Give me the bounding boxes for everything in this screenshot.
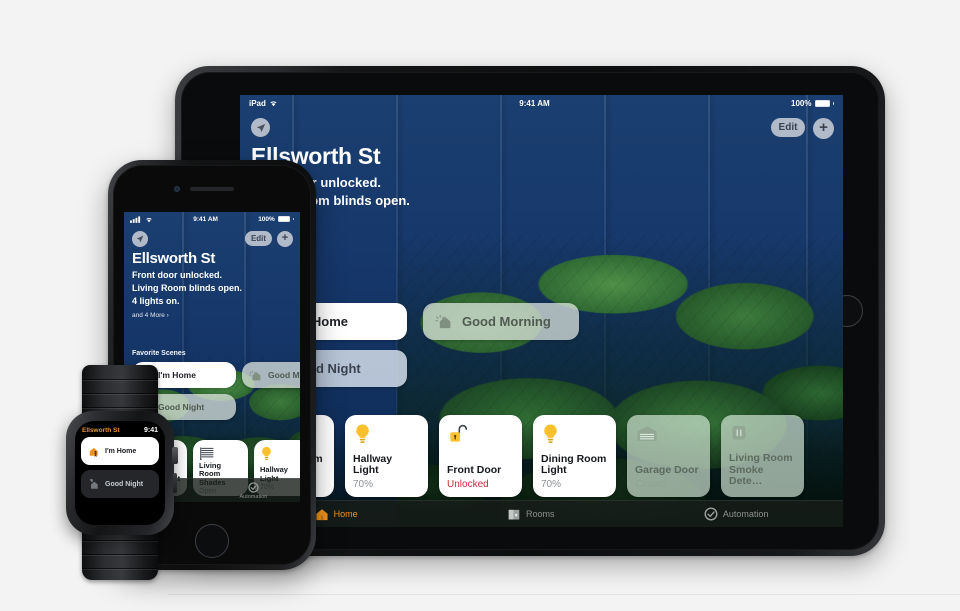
tab-automation[interactable]: Automation (239, 481, 268, 500)
iphone-status-line-3: 4 lights on. (132, 296, 180, 306)
add-button[interactable]: + (813, 118, 834, 139)
digital-crown[interactable] (172, 447, 178, 464)
accessory-tile[interactable]: Dining Room Light 70% (533, 415, 616, 497)
tab-home-label: Home (333, 509, 358, 519)
iphone-clock: 9:41 AM (193, 215, 218, 223)
tab-rooms-label: Rooms (525, 509, 555, 519)
shades-icon (199, 446, 242, 462)
watch-screen: Ellsworth St 9:41 I'm Home Good Night (75, 421, 165, 525)
watch-scene-label: I'm Home (105, 447, 137, 455)
apple-watch-device: Ellsworth St 9:41 I'm Home Good Night (60, 365, 180, 580)
scene-tile[interactable]: Good Mo… (242, 362, 300, 388)
watch-clock: 9:41 (143, 427, 158, 434)
accessory-state: 70% (353, 479, 374, 490)
battery-full-icon (814, 99, 830, 107)
add-button-label: + (281, 231, 289, 244)
iphone-front-camera-icon (174, 186, 180, 192)
accessory-name: Garage Door (635, 464, 699, 477)
watch-scene-tile[interactable]: I'm Home (81, 437, 159, 465)
edit-button[interactable]: Edit (245, 231, 272, 246)
iphone-more-link[interactable]: and 4 More › (132, 312, 169, 319)
location-arrow-icon[interactable] (132, 231, 148, 247)
watch-scene-tile[interactable]: Good Night (81, 470, 159, 498)
wifi-icon (269, 99, 278, 107)
tab-automation[interactable]: Automation (704, 507, 769, 521)
home-moon-icon (88, 478, 100, 490)
garage-icon (635, 423, 702, 465)
iphone-home-button[interactable] (195, 524, 229, 558)
bulb-icon (260, 446, 300, 466)
ipad-tab-bar: Home Rooms Automation (240, 500, 843, 527)
ipad-carrier-label: iPad (249, 98, 266, 108)
watch-case: Ellsworth St 9:41 I'm Home Good Night (66, 411, 178, 535)
automation-icon (248, 481, 259, 493)
ipad-status-bar: iPad 9:41 AM 100% (240, 95, 843, 111)
watch-header: Ellsworth St 9:41 (75, 421, 165, 437)
add-button[interactable]: + (277, 231, 293, 247)
tab-automation-label: Automation (239, 493, 268, 500)
tab-rooms[interactable]: Rooms (507, 508, 555, 521)
scene-label: Good Mo… (268, 370, 300, 380)
accessory-tile[interactable]: Living Room Smoke Dete… (721, 415, 804, 497)
cellular-bars-icon (130, 215, 142, 223)
add-button-label: + (819, 119, 828, 136)
iphone-earpiece-speaker (190, 187, 234, 191)
accessory-name: Dining Room Light (541, 452, 607, 477)
smoke-detector-icon (729, 423, 796, 453)
home-sun-icon (249, 369, 263, 382)
home-sun-icon (435, 313, 454, 330)
edit-button[interactable]: Edit (771, 118, 805, 137)
watch-side-button[interactable] (173, 473, 177, 493)
edit-button-label: Edit (250, 234, 267, 243)
accessory-state: 70% (541, 479, 562, 490)
accessory-tile[interactable]: Hallway Light 70% (345, 415, 428, 497)
tab-automation-label: Automation (722, 509, 769, 519)
ipad-battery-percent: 100% (791, 98, 812, 108)
edit-button-label: Edit (778, 122, 798, 133)
accessory-state: Closed (635, 479, 667, 490)
home-person-icon (88, 446, 100, 457)
iphone-scenes-label: Favorite Scenes (132, 350, 186, 357)
lock-open-icon (447, 423, 514, 465)
bulb-icon (541, 423, 608, 454)
accessory-name: Hallway Light (353, 452, 393, 477)
iphone-battery-percent: 100% (258, 215, 275, 223)
accessory-name: Front Door (447, 464, 502, 477)
rooms-icon (507, 508, 521, 521)
iphone-page-title: Ellsworth St (132, 250, 216, 267)
wifi-icon (145, 216, 153, 223)
accessory-tile[interactable]: Front Door Unlocked (439, 415, 522, 497)
accessory-tile[interactable]: Garage Door Closed (627, 415, 710, 497)
page-divider (168, 594, 960, 595)
ipad-clock: 9:41 AM (519, 98, 550, 108)
battery-full-icon (277, 216, 290, 222)
ipad-screen: iPad 9:41 AM 100% Edit + Ellsworth St Fr… (240, 95, 843, 527)
tab-home[interactable]: Home (315, 508, 358, 521)
accessory-name: Living Room Smoke Dete… (729, 451, 793, 488)
iphone-status-line-2: Living Room blinds open. (132, 283, 242, 293)
bulb-icon (353, 423, 420, 454)
watch-scene-label: Good Night (105, 480, 144, 488)
location-arrow-icon[interactable] (251, 118, 270, 137)
scene-tile[interactable]: Good Morning (423, 303, 579, 340)
screenshot-canvas: iPad 9:41 AM 100% Edit + Ellsworth St Fr… (0, 0, 960, 611)
accessory-state: Unlocked (447, 479, 489, 490)
automation-icon (704, 507, 718, 521)
iphone-status-line-1: Front door unlocked. (132, 270, 222, 280)
iphone-status-bar: 9:41 AM 100% (124, 212, 300, 226)
home-icon (315, 508, 329, 521)
watch-home-title: Ellsworth St (82, 427, 120, 434)
scene-label: Good Morning (462, 314, 551, 329)
